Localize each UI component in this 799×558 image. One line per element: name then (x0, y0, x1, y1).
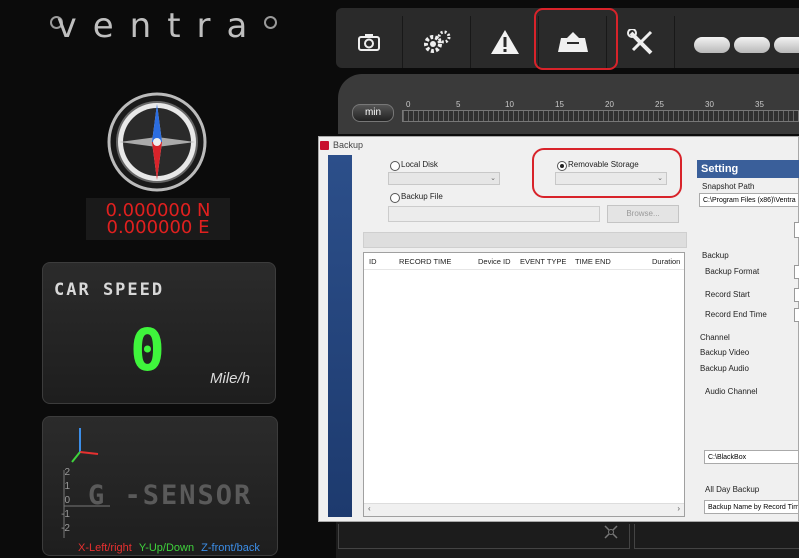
snapshot-path-input[interactable]: C:\Program Files (x86)\Ventra (699, 193, 799, 207)
backup-audio-label: Backup Audio (700, 364, 749, 373)
snapshot-button[interactable] (336, 16, 403, 68)
horizontal-scrollbar[interactable]: ‹ › (364, 503, 684, 516)
blackbox-path-input[interactable]: C:\BlackBox (704, 450, 799, 464)
table-header: ID RECORD TIME Device ID EVENT TYPE TIME… (364, 253, 684, 270)
g-scale-label: 2 (64, 467, 70, 478)
timeline-tick-label: 0 (406, 100, 411, 109)
timeline-tick-label: 15 (555, 100, 564, 109)
g-scale-label: -1 (61, 509, 70, 520)
camera-icon (358, 34, 380, 51)
backup-file-radio[interactable] (390, 193, 400, 203)
bottom-panel-right (634, 524, 799, 549)
previous-button[interactable] (774, 37, 799, 53)
dialog-title: Backup (333, 140, 364, 150)
g-sensor-scale: 2 1 0 -1 -2 (56, 466, 70, 536)
skip-start-button[interactable] (694, 37, 730, 53)
g-scale-label: -2 (61, 523, 70, 534)
tools-icon (627, 29, 653, 55)
browse-button[interactable]: Browse... (607, 205, 679, 223)
g-scale-label: 1 (64, 481, 70, 492)
dialog-titlebar: Backup (320, 137, 363, 153)
removable-storage-dropdown[interactable]: ⌄ (555, 172, 667, 185)
removable-storage-radio[interactable] (557, 161, 567, 171)
column-header-device-id[interactable]: Device ID (478, 257, 511, 266)
local-disk-label: Local Disk (401, 160, 438, 169)
longitude-value: 0.000000 E (106, 217, 210, 238)
record-end-label: Record End Time (705, 310, 767, 319)
app-logo: ventra (56, 6, 264, 46)
all-day-backup-label: All Day Backup (705, 485, 760, 494)
backup-video-label: Backup Video (700, 348, 750, 357)
record-list-table[interactable]: ID RECORD TIME Device ID EVENT TYPE TIME… (363, 252, 685, 517)
column-header-id[interactable]: ID (369, 257, 377, 266)
column-header-event-type[interactable]: EVENT TYPE (520, 257, 566, 266)
backup-progress-bar (363, 232, 687, 248)
timeline-tick-label: 25 (655, 100, 664, 109)
backup-format-dropdown[interactable] (794, 265, 799, 279)
snapshot-path-label: Snapshot Path (702, 182, 755, 191)
record-start-input[interactable] (794, 288, 799, 302)
channel-label: Channel (700, 333, 730, 342)
g-sensor-title: G -SENSOR (88, 480, 253, 511)
legend-y-axis: Y-Up/Down (138, 542, 195, 554)
timeline-ruler[interactable] (402, 110, 799, 122)
backup-button-highlight (534, 8, 618, 70)
snapshot-path-button[interactable] (794, 222, 799, 238)
timeline-unit-button[interactable]: min (352, 104, 394, 122)
backup-format-label: Backup Format (705, 267, 760, 276)
column-header-time-end[interactable]: TIME END (575, 257, 611, 266)
audio-channel-label: Audio Channel (705, 387, 758, 396)
car-speed-unit: Mile/h (210, 370, 251, 387)
timeline-tick-label: 10 (505, 100, 514, 109)
backup-file-label: Backup File (401, 192, 443, 201)
logo-ornament-right (264, 16, 277, 29)
timeline-tick-label: 30 (705, 100, 714, 109)
settings-button[interactable] (404, 16, 471, 68)
backup-name-dropdown[interactable]: Backup Name by Record Time (704, 500, 799, 514)
scroll-left-icon[interactable]: ‹ (368, 504, 371, 513)
record-start-label: Record Start (705, 290, 750, 299)
backup-group-label: Backup (702, 251, 729, 260)
timeline-tick-label: 20 (605, 100, 614, 109)
warning-icon (491, 30, 519, 54)
legend-x-axis: X-Left/right (78, 542, 132, 554)
record-end-input[interactable] (794, 308, 799, 322)
app-small-icon (320, 140, 329, 150)
column-header-record-time[interactable]: RECORD TIME (399, 257, 451, 266)
car-speed-title: CAR SPEED (54, 280, 165, 300)
local-disk-dropdown[interactable]: ⌄ (388, 172, 500, 185)
removable-storage-label: Removable Storage (568, 160, 639, 169)
car-speed-value: 0 (130, 316, 165, 384)
column-header-duration[interactable]: Duration (652, 257, 680, 266)
dialog-side-strip (328, 155, 352, 517)
bottom-panel-left (338, 524, 630, 549)
setting-header: Setting (697, 160, 799, 178)
scroll-right-icon[interactable]: › (677, 504, 680, 513)
settings-gears-icon (424, 30, 451, 53)
gps-coordinates: 0.000000 N 0.000000 E (86, 198, 230, 240)
fullscreen-icon[interactable] (604, 525, 618, 539)
rewind-button[interactable] (734, 37, 770, 53)
timeline-tick-label: 35 (755, 100, 764, 109)
timeline-tick-label: 5 (456, 100, 461, 109)
legend-z-axis: Z-front/back (201, 542, 260, 554)
backup-file-path-input[interactable] (388, 206, 600, 222)
g-scale-label: 0 (64, 495, 70, 506)
event-alert-button[interactable] (472, 16, 539, 68)
local-disk-radio[interactable] (390, 161, 400, 171)
compass-icon (107, 92, 207, 192)
tools-button[interactable] (608, 16, 675, 68)
g-sensor-legend: X-Left/right Y-Up/Down Z-front/back (78, 542, 260, 554)
